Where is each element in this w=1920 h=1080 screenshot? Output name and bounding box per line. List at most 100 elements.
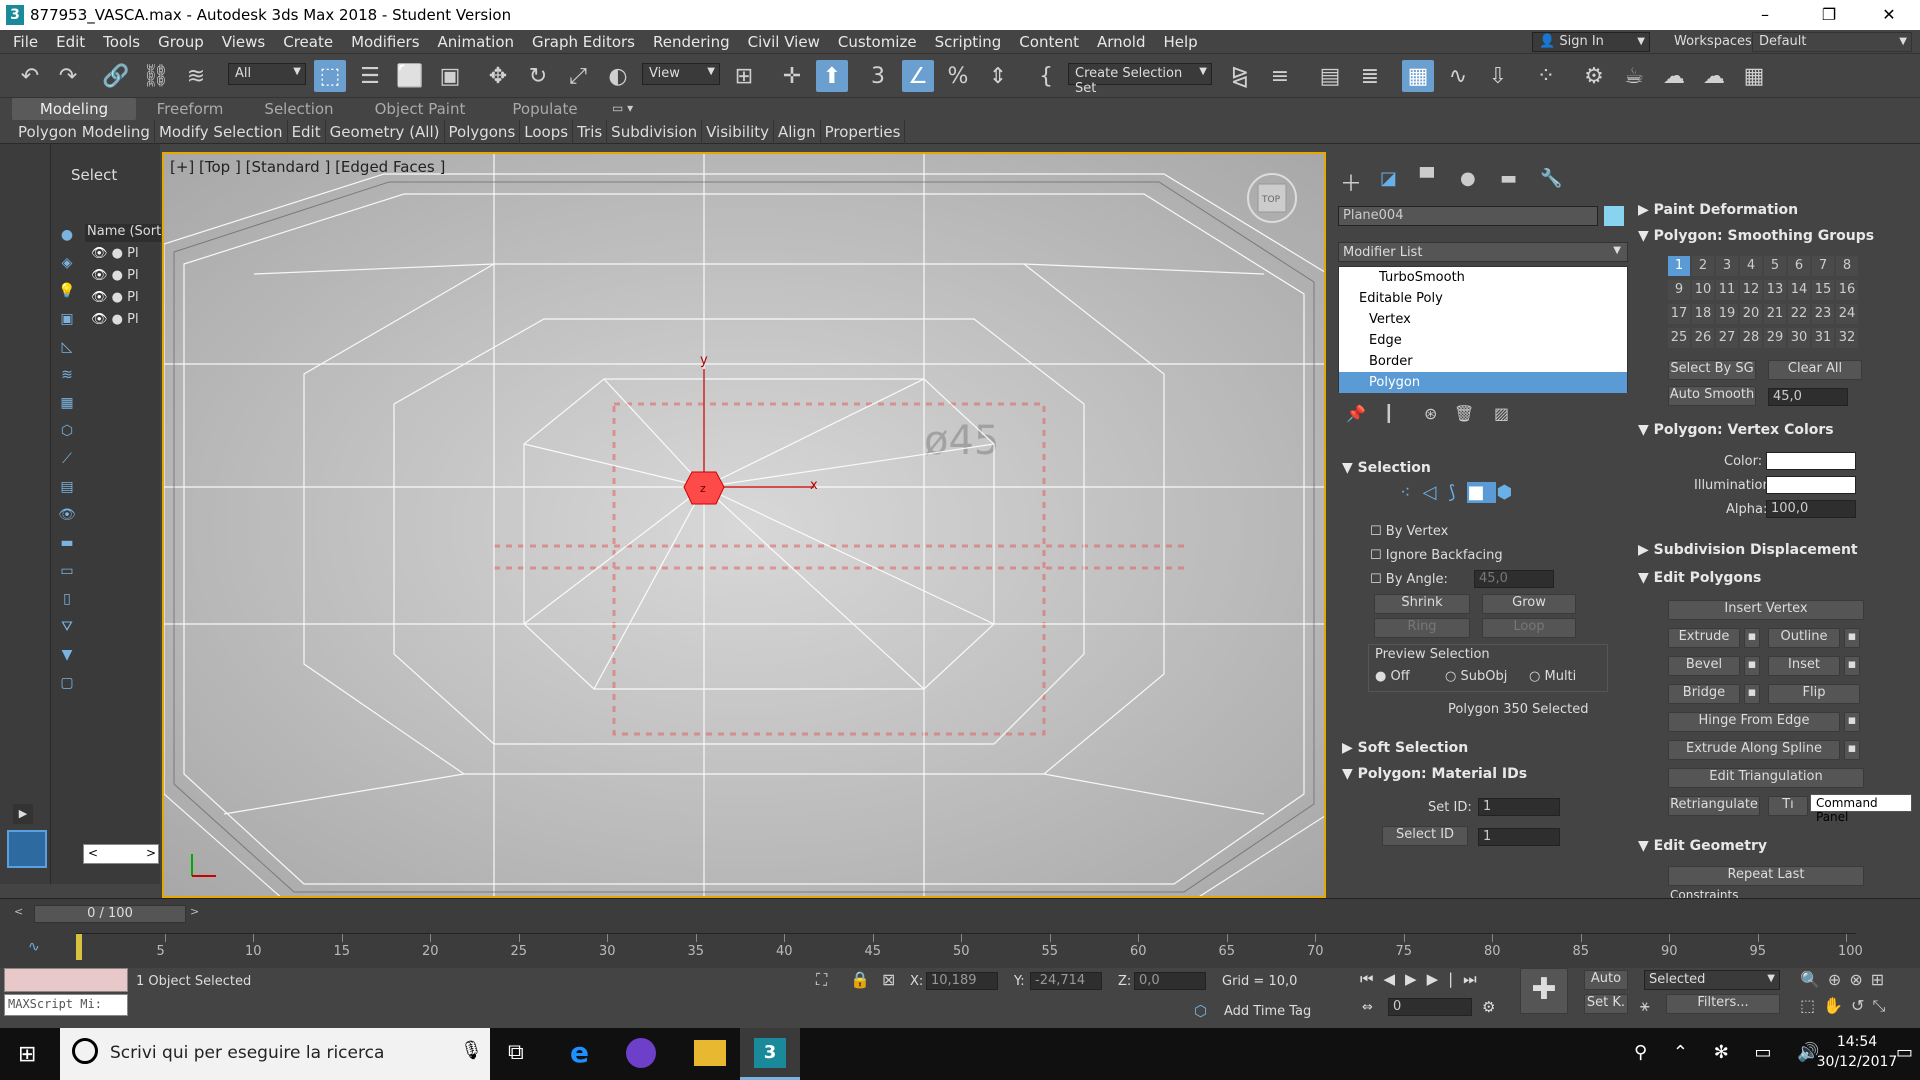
scene-row[interactable]: 👁 ● Pl [91,246,161,266]
visibility-icon[interactable]: 👁 [91,290,108,305]
viewport-nav-icons-bottom[interactable]: ⬚✋↺⤡ [1800,996,1893,1016]
frozen-filter-icon[interactable]: ▬ [56,532,78,554]
render-cloud-icon[interactable]: ▦ [1738,60,1770,92]
render-icon[interactable]: ● [112,246,123,261]
select-id-button[interactable]: Select ID [1382,826,1468,846]
mirror-icon[interactable]: ⧎ [1224,60,1256,92]
hidden-filter-icon[interactable]: 👁 [56,504,78,526]
rollout-subdivision-displacement-title[interactable]: ▶ Subdivision Displacement [1638,542,1858,558]
ribbon-panel-loops[interactable]: Loops [520,120,574,144]
selection-filter-dropdown[interactable]: All ▼ [228,63,306,85]
render-icon[interactable]: ● [112,290,123,305]
unlink-icon[interactable]: ⛓ [140,60,172,92]
folder-icon[interactable]: ▢ [56,672,78,694]
time-slider[interactable]: 0 / 100 [34,905,186,923]
move-icon[interactable]: ✥ [482,60,514,92]
configure-sets-icon[interactable]: ▨ [1494,404,1509,423]
shape-filter-icon[interactable]: ◈ [56,252,78,274]
redo-icon[interactable]: ↷ [52,60,84,92]
visibility-icon[interactable]: 👁 [91,312,108,327]
alpha-spinner[interactable]: 100,0 [1766,500,1856,518]
viewport-nav-icons-top[interactable]: 🔍⊕⊗⊞ [1800,970,1892,989]
y-coord-field[interactable]: -24,714 [1030,972,1102,990]
rollout-material-ids-title[interactable]: ▼ Polygon: Material IDs [1342,766,1527,782]
render-icon[interactable]: ● [112,312,123,327]
menu-civil-view[interactable]: Civil View [739,30,829,54]
layer-explorer-icon[interactable]: ≣ [1354,60,1386,92]
smoothing-group-button[interactable]: 10 [1692,280,1714,300]
system-tray-icons[interactable]: ⚲ ⌃ ✻ ▭ 🔊 [1634,1042,1830,1063]
flip-button[interactable]: Flip [1768,684,1860,704]
align-icon[interactable]: ≡ [1264,60,1296,92]
helper-filter-icon[interactable]: ◺ [56,336,78,358]
insert-vertex-button[interactable]: Insert Vertex [1668,600,1864,620]
show-end-result-icon[interactable]: ┃ [1384,404,1394,423]
keyboard-shortcut-override-icon[interactable]: ⬆ [816,60,848,92]
clock-date[interactable]: 30/12/2017 [1814,1054,1900,1070]
absolute-mode-icon[interactable]: ⊠ [882,970,895,989]
mini-curve-editor-icon[interactable]: ∿ [28,939,40,955]
tab-populate[interactable]: Populate [490,98,600,120]
tab-freeform[interactable]: Freeform [140,98,240,120]
smoothing-group-button[interactable]: 15 [1812,280,1834,300]
smoothing-group-button[interactable]: 22 [1788,304,1810,324]
select-object-icon[interactable]: ⬚ [314,60,346,92]
maximize-button[interactable]: ❐ [1806,0,1852,30]
add-time-tag[interactable]: Add Time Tag [1224,1004,1311,1019]
key-set-dropdown[interactable]: Selected ▼ [1644,970,1780,990]
make-unique-icon[interactable]: ⊛ [1424,404,1437,423]
smoothing-group-button[interactable]: 29 [1764,328,1786,348]
xref-filter-icon[interactable]: ⬡ [56,420,78,442]
modify-tab-icon[interactable]: ◪ [1380,168,1397,189]
loop-button[interactable]: Loop [1482,618,1576,638]
x-coord-field[interactable]: 10,189 [926,972,998,990]
minimize-button[interactable]: – [1742,0,1788,30]
key-filters-icon[interactable]: ⚹ [1640,996,1650,1016]
object-name-field[interactable]: Plane004 [1338,206,1598,226]
tab-object-paint[interactable]: Object Paint [362,98,478,120]
smoothing-group-button[interactable]: 6 [1788,256,1810,276]
window-crossing-icon[interactable]: ▣ [434,60,466,92]
time-slider-next-icon[interactable]: > [190,905,206,921]
outline-button[interactable]: Outline [1768,628,1840,648]
smoothing-group-button[interactable]: 16 [1836,280,1858,300]
visibility-icon[interactable]: 👁 [91,268,108,283]
menu-content[interactable]: Content [1010,30,1088,54]
smoothing-group-button[interactable]: 17 [1668,304,1690,324]
illumination-swatch[interactable] [1766,476,1856,494]
action-center-icon[interactable]: ▭ [1896,1042,1913,1063]
set-key-icon[interactable]: ✚ [1520,968,1568,1014]
extrude-button[interactable]: Extrude [1668,628,1740,648]
z-coord-field[interactable]: 0,0 [1134,972,1206,990]
bind-spacewarp-icon[interactable]: ≋ [180,60,212,92]
edit-triangulation-button[interactable]: Edit Triangulation [1668,768,1864,788]
ribbon-panel-align[interactable]: Align [774,120,821,144]
smoothing-group-button[interactable]: 5 [1764,256,1786,276]
tab-selection[interactable]: Selection [244,98,354,120]
rollout-soft-selection-title[interactable]: ▶ Soft Selection [1342,740,1468,756]
hierarchy-tab-icon[interactable]: ▀ [1420,168,1434,189]
auto-key-button[interactable]: Auto [1584,970,1628,990]
ribbon-panel-visibility[interactable]: Visibility [702,120,774,144]
display-tab-icon[interactable]: ▬ [1500,168,1517,189]
select-id-spinner[interactable]: 1 [1478,828,1560,846]
spinner-snap-icon[interactable]: ⇕ [982,60,1014,92]
by-vertex-checkbox[interactable]: ☐ By Vertex [1370,524,1448,539]
extrude-along-spline-button[interactable]: Extrude Along Spline [1668,740,1840,760]
menu-help[interactable]: Help [1155,30,1207,54]
menu-rendering[interactable]: Rendering [644,30,739,54]
expand-panel-icon[interactable]: ▶ [13,804,33,824]
repeat-last-button[interactable]: Repeat Last [1668,866,1864,886]
smoothing-group-button[interactable]: 12 [1740,280,1762,300]
ribbon-panel-subdivision[interactable]: Subdivision [607,120,703,144]
dope-sheet-icon[interactable]: ⇩ [1482,60,1514,92]
time-config-icon[interactable]: ⚙ [1482,998,1495,1016]
group-filter-icon[interactable]: ▦ [56,392,78,414]
smoothing-group-button[interactable]: 24 [1836,304,1858,324]
rect-selection-icon[interactable]: ⬜ [394,60,426,92]
rollout-vertex-colors-title[interactable]: ▼ Polygon: Vertex Colors [1638,422,1834,438]
utilities-tab-icon[interactable]: 🔧 [1540,168,1562,189]
retriangulate-button[interactable]: Retriangulate [1668,796,1760,816]
windows-start-icon[interactable]: ⊞ [18,1042,36,1067]
select-manipulate-icon[interactable]: ✛ [776,60,808,92]
